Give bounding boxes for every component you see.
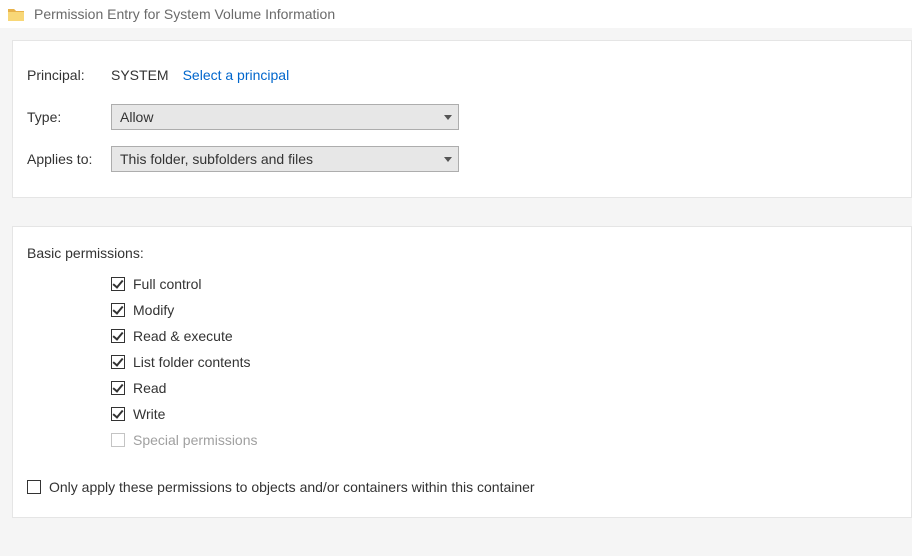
folder-icon: [8, 7, 24, 21]
permission-label: Write: [133, 406, 165, 422]
permission-label: Full control: [133, 276, 201, 292]
applies-to-dropdown[interactable]: This folder, subfolders and files: [111, 146, 459, 172]
permission-item: Read & execute: [111, 323, 911, 349]
applies-to-dropdown-value: This folder, subfolders and files: [120, 151, 313, 167]
permission-checkbox[interactable]: [111, 329, 125, 343]
only-apply-label: Only apply these permissions to objects …: [49, 479, 535, 495]
type-row: Type: Allow: [13, 101, 911, 133]
type-label: Type:: [27, 109, 111, 125]
only-apply-row: Only apply these permissions to objects …: [13, 453, 911, 495]
chevron-down-icon: [444, 115, 452, 120]
basic-permissions-header: Basic permissions:: [13, 245, 911, 267]
permission-label: Read: [133, 380, 166, 396]
select-principal-link[interactable]: Select a principal: [183, 67, 290, 83]
applies-to-label: Applies to:: [27, 151, 111, 167]
applies-to-row: Applies to: This folder, subfolders and …: [13, 143, 911, 175]
chevron-down-icon: [444, 157, 452, 162]
permission-label: Modify: [133, 302, 174, 318]
permission-checkbox[interactable]: [111, 303, 125, 317]
permission-item: Special permissions: [111, 427, 911, 453]
permission-item: List folder contents: [111, 349, 911, 375]
permission-checkbox: [111, 433, 125, 447]
permission-list: Full control Modify Read & execute List fol…: [13, 267, 911, 453]
permission-item: Write: [111, 401, 911, 427]
permission-label: Read & execute: [133, 328, 233, 344]
window-title: Permission Entry for System Volume Infor…: [34, 6, 335, 22]
title-bar: Permission Entry for System Volume Infor…: [0, 0, 912, 28]
permission-checkbox[interactable]: [111, 407, 125, 421]
principal-panel: Principal: SYSTEM Select a principal Typ…: [12, 40, 912, 198]
principal-label: Principal:: [27, 67, 111, 83]
permission-checkbox[interactable]: [111, 381, 125, 395]
permissions-panel: Basic permissions: Full control Modify Rea…: [12, 226, 912, 518]
permission-label: List folder contents: [133, 354, 251, 370]
principal-row: Principal: SYSTEM Select a principal: [13, 59, 911, 91]
permission-item: Full control: [111, 271, 911, 297]
type-dropdown[interactable]: Allow: [111, 104, 459, 130]
permission-checkbox[interactable]: [111, 277, 125, 291]
type-dropdown-value: Allow: [120, 109, 153, 125]
permission-label: Special permissions: [133, 432, 258, 448]
permission-item: Modify: [111, 297, 911, 323]
permission-item: Read: [111, 375, 911, 401]
only-apply-checkbox[interactable]: [27, 480, 41, 494]
principal-value: SYSTEM: [111, 67, 169, 83]
permission-checkbox[interactable]: [111, 355, 125, 369]
